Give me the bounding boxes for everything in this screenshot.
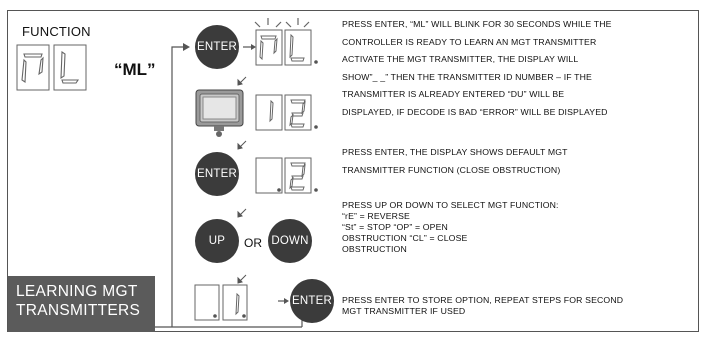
stored-option-display-icon [194,284,248,321]
step-line: PRESS UP OR DOWN TO SELECT MGT FUNCTION: [342,200,559,210]
step-line: “rE” = REVERSE [342,211,410,221]
enter-button[interactable]: ENTER [195,152,239,196]
step-line: CONTROLLER IS READY TO LEARN AN MGT TRAN… [342,36,597,47]
ml-display-icon [16,44,87,91]
step-line: PRESS ENTER TO STORE OPTION, REPEAT STEP… [342,295,624,305]
step-line: MGT TRANSMITTER IF USED [342,306,466,316]
step-line: PRESS ENTER, “ML” WILL BLINK FOR 30 SECO… [342,19,612,29]
step-line: TRANSMITTER FUNCTION (CLOSE OBSTRUCTION) [342,164,561,175]
step-2-text: PRESS ENTER, THE DISPLAY SHOWS DEFAULT M… [342,144,568,179]
step-line: PRESS ENTER, THE DISPLAY SHOWS DEFAULT M… [342,147,568,157]
step-line: DISPLAYED, IF DECODE IS BAD “ERROR” WILL… [342,106,608,117]
step-1-text: PRESS ENTER, “ML” WILL BLINK FOR 30 SECO… [342,16,612,121]
up-button[interactable]: UP [195,219,239,263]
default-function-display-icon [255,157,318,194]
title-line: LEARNING MGT [16,283,138,300]
title-line: TRANSMITTERS [16,302,141,319]
step-4-text: PRESS ENTER TO STORE OPTION, REPEAT STEP… [342,295,623,317]
enter-button[interactable]: ENTER [290,279,334,323]
step-line: TRANSMITTER IS ALREADY ENTERED “DU” WILL… [342,89,565,99]
arrow-icon [239,274,247,282]
section-title: LEARNING MGT TRANSMITTERS [8,276,155,332]
step-line: OBSTRUCTION [342,244,407,254]
function-code: “ML” [114,60,156,79]
blink-rays-icon [254,18,310,28]
step-3-text: PRESS UP OR DOWN TO SELECT MGT FUNCTION:… [342,200,559,255]
id-display-icon [255,94,318,131]
step-line: SHOW”_ _” THEN THE TRANSMITTER ID NUMBER… [342,71,592,82]
down-button[interactable]: DOWN [268,219,312,263]
step-line: ACTIVATE THE MGT TRANSMITTER, THE DISPLA… [342,54,579,64]
arrow-icon [239,140,247,148]
loop-back-line [171,46,183,327]
enter-button[interactable]: ENTER [195,25,239,69]
ml-blink-display-icon [255,29,318,66]
arrow-icon [239,208,247,216]
step-line: “St” = STOP “OP” = OPEN [342,222,448,232]
arrow-icon [239,76,247,84]
arrow-icon [284,298,289,304]
or-label: OR [244,236,262,250]
mgt-transmitter-device-icon [195,89,244,137]
step-line: OBSTRUCTION “CL” = CLOSE [342,233,468,243]
arrow-icon [183,43,190,51]
function-label: FUNCTION [22,24,91,39]
